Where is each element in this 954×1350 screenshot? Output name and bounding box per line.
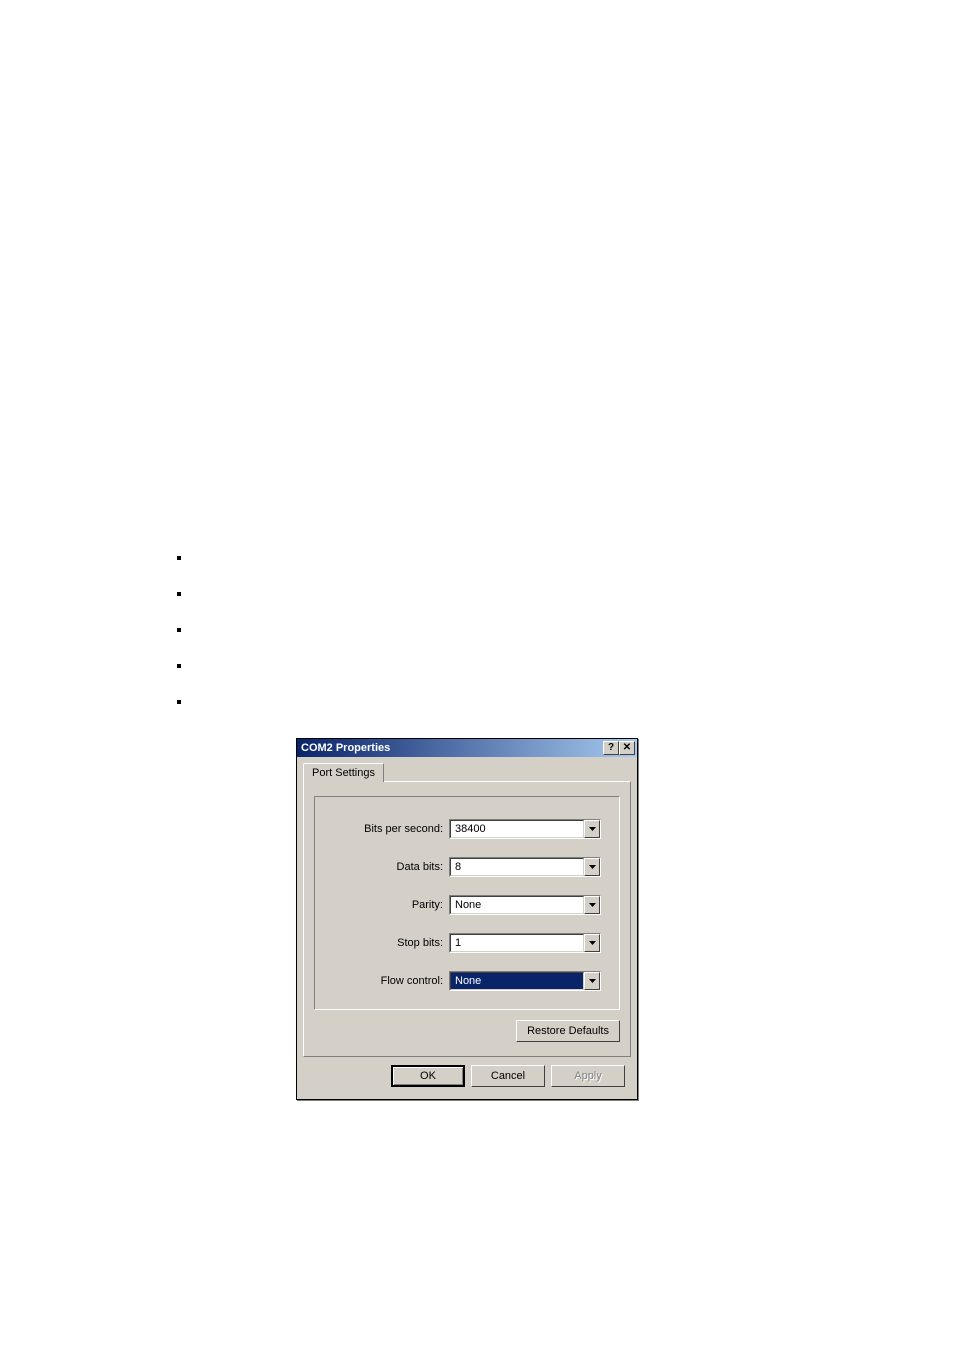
ok-button[interactable]: OK (391, 1065, 465, 1087)
cancel-button[interactable]: Cancel (471, 1065, 545, 1087)
bullet (177, 664, 181, 668)
bullet (177, 628, 181, 632)
chevron-down-icon (589, 941, 596, 945)
combo-flow-control[interactable]: None (449, 971, 601, 991)
label-parity: Parity: (412, 899, 449, 911)
tab-port-settings[interactable]: Port Settings (303, 763, 384, 782)
row-stop-bits: Stop bits: 1 (329, 933, 601, 953)
chevron-down-icon (589, 865, 596, 869)
chevron-down-icon (589, 903, 596, 907)
close-icon: ✕ (623, 743, 631, 753)
bullet (177, 592, 181, 596)
help-button[interactable]: ? (603, 741, 619, 755)
dropdown-button[interactable] (584, 934, 600, 952)
dropdown-button[interactable] (584, 972, 600, 990)
tab-strip: Port Settings (303, 763, 631, 782)
com-properties-dialog: COM2 Properties ? ✕ Port Settings Bits p… (296, 738, 638, 1100)
titlebar[interactable]: COM2 Properties ? ✕ (297, 739, 637, 757)
label-bits-per-second: Bits per second: (364, 823, 449, 835)
label-data-bits: Data bits: (397, 861, 449, 873)
titlebar-buttons: ? ✕ (603, 741, 635, 755)
combo-value: 1 (450, 934, 584, 952)
combo-value: 8 (450, 858, 584, 876)
row-parity: Parity: None (329, 895, 601, 915)
combo-bits-per-second[interactable]: 38400 (449, 819, 601, 839)
combo-value: None (450, 896, 584, 914)
restore-defaults-button[interactable]: Restore Defaults (516, 1020, 620, 1042)
chevron-down-icon (589, 979, 596, 983)
row-data-bits: Data bits: 8 (329, 857, 601, 877)
label-flow-control: Flow control: (381, 975, 449, 987)
settings-group: Bits per second: 38400 Data bits: 8 (314, 796, 620, 1010)
bullet (177, 700, 181, 704)
close-button[interactable]: ✕ (619, 741, 635, 755)
chevron-down-icon (589, 827, 596, 831)
combo-data-bits[interactable]: 8 (449, 857, 601, 877)
combo-value: 38400 (450, 820, 584, 838)
tab-panel: Bits per second: 38400 Data bits: 8 (303, 781, 631, 1057)
restore-row: Restore Defaults (314, 1020, 620, 1042)
row-flow-control: Flow control: None (329, 971, 601, 991)
dialog-title: COM2 Properties (299, 742, 603, 754)
dropdown-button[interactable] (584, 820, 600, 838)
dropdown-button[interactable] (584, 858, 600, 876)
dialog-body: Port Settings Bits per second: 38400 Dat… (297, 757, 637, 1099)
label-stop-bits: Stop bits: (397, 937, 449, 949)
combo-value: None (450, 972, 584, 990)
row-bits-per-second: Bits per second: 38400 (329, 819, 601, 839)
help-icon: ? (608, 743, 614, 753)
combo-parity[interactable]: None (449, 895, 601, 915)
dropdown-button[interactable] (584, 896, 600, 914)
apply-button: Apply (551, 1065, 625, 1087)
combo-stop-bits[interactable]: 1 (449, 933, 601, 953)
dialog-buttons: OK Cancel Apply (303, 1057, 631, 1093)
bullet (177, 556, 181, 560)
